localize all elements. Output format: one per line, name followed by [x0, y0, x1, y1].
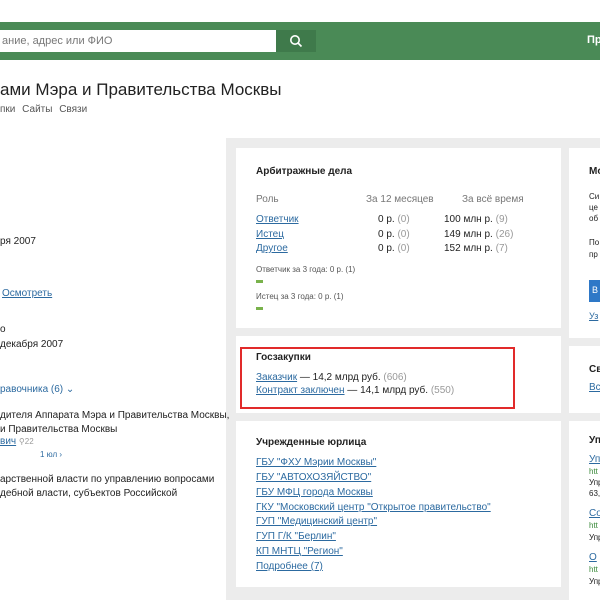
right-item-url: htt	[589, 467, 598, 476]
right-card-3: Уп Уп htt Упр 63, Со htt Упр О htt Упр	[569, 421, 600, 600]
founded-item[interactable]: ГКУ "Московский центр "Открытое правител…	[256, 502, 491, 513]
founded-item[interactable]: ГБУ "ФХУ Мэрии Москвы"	[256, 457, 376, 468]
right-action-button[interactable]: В	[589, 280, 600, 302]
column-role: Роль	[256, 194, 279, 205]
right-item-text: Упр	[589, 577, 600, 586]
right-item-link[interactable]: Со	[589, 508, 600, 519]
show-link[interactable]: Осмотреть	[2, 288, 52, 299]
right-text: об	[589, 214, 599, 223]
defendant-all: 100 млн р. (9)	[444, 214, 508, 225]
procurement-highlight	[240, 347, 515, 409]
right-text: пр	[589, 250, 598, 259]
right-item-url: htt	[589, 521, 598, 530]
founded-item[interactable]: ГБУ "АВТОХОЗЯЙСТВО"	[256, 472, 371, 483]
right-text: це	[589, 203, 598, 212]
person-count: 22	[24, 437, 34, 446]
founded-entities-card: Учрежденные юрлица ГБУ "ФХУ Мэрии Москвы…	[236, 421, 561, 587]
defendant-year: 0 р. (0)	[378, 214, 410, 225]
chevron-down-icon: ⌄	[63, 384, 75, 395]
right-card-2: Св Вс	[569, 346, 600, 413]
position-text: дителя Аппарата Мэра и Правительства Мос…	[0, 410, 230, 421]
person-link[interactable]: вич	[0, 436, 16, 447]
nav-item-sites[interactable]: Сайты	[22, 104, 52, 115]
person-row: вич ⚲22	[0, 436, 34, 447]
section-nav: пки Сайты Связи	[0, 104, 91, 115]
founded-more-link[interactable]: Подробнее (7)	[256, 561, 323, 572]
activity-text: арственной власти по управлению вопросам…	[0, 474, 215, 485]
founded-title: Учрежденные юрлица	[256, 437, 367, 448]
chevron-right-icon: ›	[59, 450, 63, 459]
role-plaintiff-link[interactable]: Истец	[256, 229, 284, 240]
right-item-text: 63,	[589, 489, 600, 498]
role-other-link[interactable]: Другое	[256, 243, 288, 254]
right-link[interactable]: Уз	[589, 311, 598, 321]
page-title: ами Мэра и Правительства Москвы	[0, 80, 282, 99]
right-card-3-title: Уп	[589, 435, 600, 446]
founded-item[interactable]: ГУП "Медицинский центр"	[256, 516, 377, 527]
search-button[interactable]	[276, 30, 316, 52]
other-year: 0 р. (0)	[378, 243, 410, 254]
right-item-link[interactable]: Уп	[589, 454, 600, 465]
search-icon	[290, 35, 303, 48]
other-all: 152 млн р. (7)	[444, 243, 508, 254]
person-companies-label[interactable]: 1 юл	[40, 450, 57, 459]
plaintiff-3y-bar	[256, 307, 263, 310]
right-card-1-title: Мо	[589, 166, 600, 177]
right-action-label: В	[592, 285, 599, 295]
column-12-months: За 12 месяцев	[366, 194, 434, 205]
founded-item[interactable]: КП МНТЦ "Регион"	[256, 546, 343, 557]
plaintiff-3y-label: Истец за 3 года: 0 р. (1)	[256, 292, 344, 301]
right-item-text: Упр	[589, 533, 600, 542]
directory-link-text[interactable]: равочника (6)	[0, 384, 63, 395]
position-text-2: и Правительства Москвы	[0, 424, 118, 435]
separator-mark: о	[0, 324, 6, 335]
role-defendant-link[interactable]: Ответчик	[256, 214, 299, 225]
activity-text-2: дебной власти, субъектов Российской	[0, 488, 178, 499]
registration-date: ря 2007	[0, 236, 36, 247]
directory-link[interactable]: равочника (6) ⌄	[0, 384, 74, 395]
person-companies-link[interactable]: 1 юл ›	[40, 450, 62, 459]
plaintiff-all: 149 млн р. (26)	[444, 229, 514, 240]
change-date: декабря 2007	[0, 339, 64, 350]
founded-item[interactable]: ГУП Г/К "Берлин"	[256, 531, 336, 542]
plaintiff-year: 0 р. (0)	[378, 229, 410, 240]
column-all-time: За всё время	[462, 194, 524, 205]
right-text: По	[589, 238, 600, 247]
right-card-2-link[interactable]: Вс	[589, 382, 600, 393]
right-text: Си	[589, 192, 600, 201]
arbitration-card: Арбитражные дела Роль За 12 месяцев За в…	[236, 148, 561, 328]
right-item-text: Упр	[589, 478, 600, 487]
right-card-2-title: Св	[589, 364, 600, 375]
defendant-3y-label: Ответчик за 3 года: 0 р. (1)	[256, 265, 356, 274]
nav-item-links[interactable]: Связи	[59, 104, 87, 115]
arbitration-title: Арбитражные дела	[256, 166, 353, 177]
search-input[interactable]: ание, адрес или ФИО	[0, 30, 276, 52]
nav-item-procurement[interactable]: пки	[0, 104, 15, 115]
defendant-3y-bar	[256, 280, 263, 283]
top-nav-link[interactable]: Пр	[587, 34, 600, 46]
right-item-link[interactable]: О	[589, 552, 597, 563]
founded-item[interactable]: ГБУ МФЦ города Москвы	[256, 487, 373, 498]
right-item-url: htt	[589, 565, 598, 574]
right-card-1: Мо Си це об По пр Уз	[569, 148, 600, 338]
